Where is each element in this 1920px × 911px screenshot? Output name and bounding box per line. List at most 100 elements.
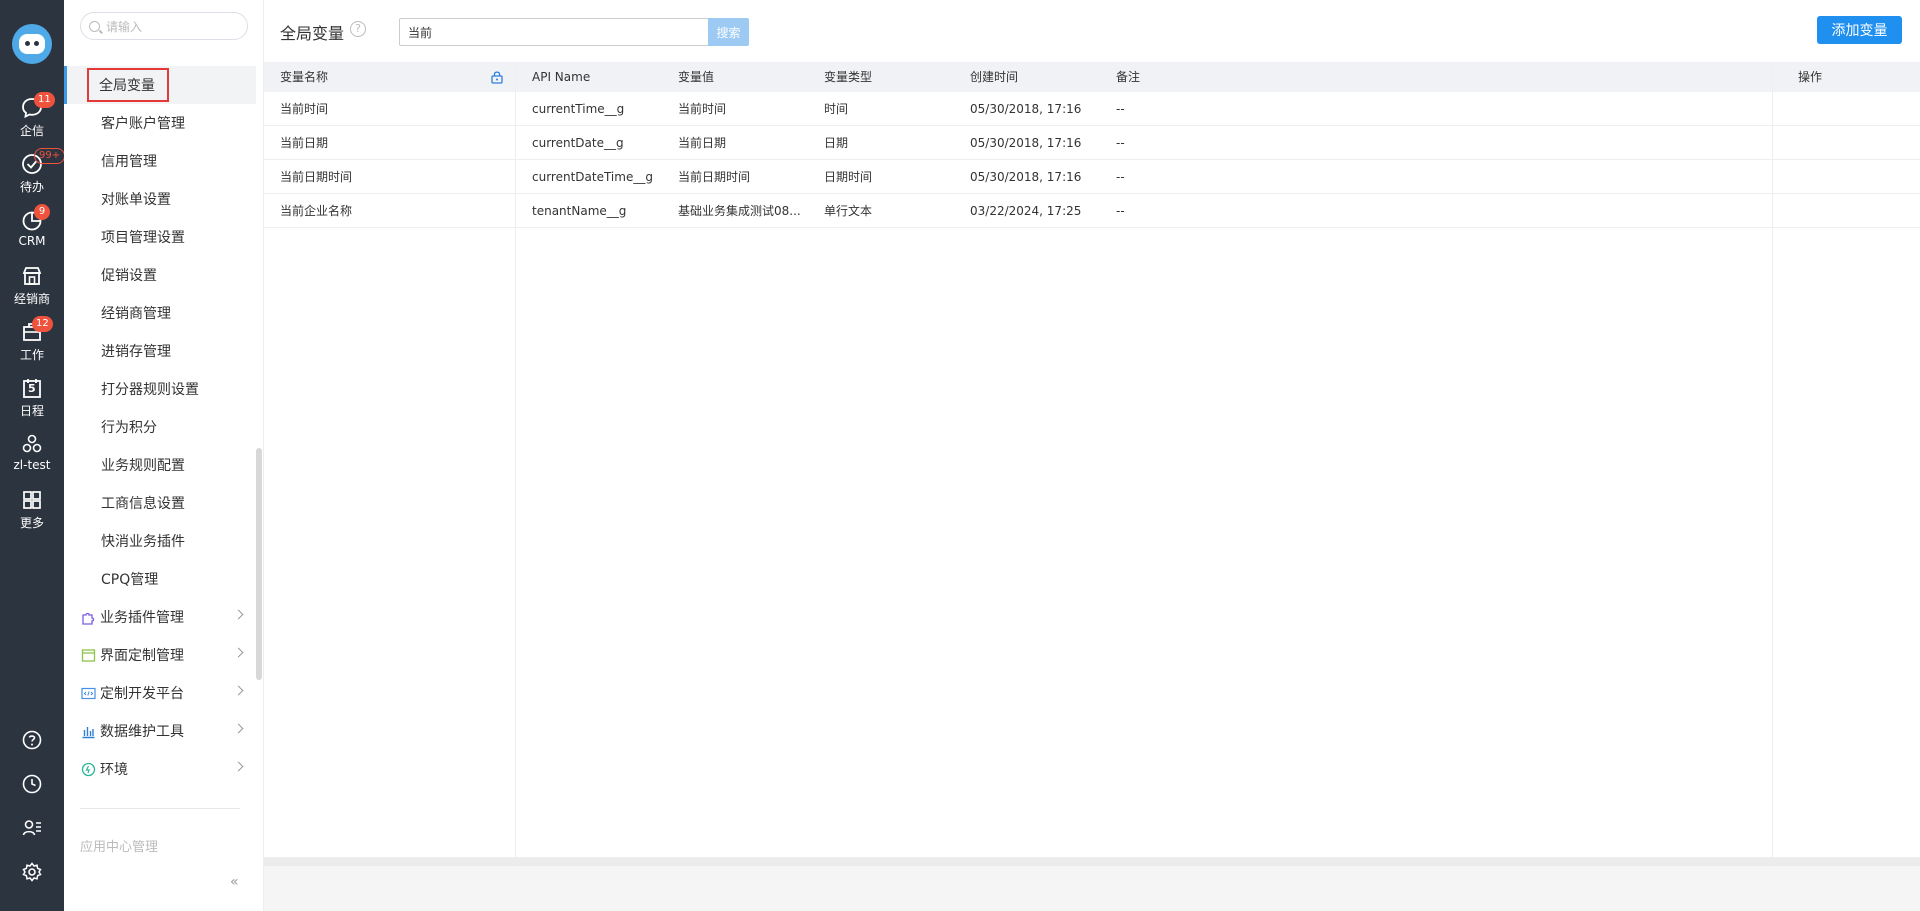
help-circle-icon[interactable] xyxy=(0,726,64,754)
sidebar-item-label: 客户账户管理 xyxy=(101,116,185,132)
rail-label: 待办 xyxy=(19,180,44,194)
sidebar-item-business-info[interactable]: 工商信息设置 xyxy=(64,484,256,522)
rail-item-work[interactable]: 12 工作 xyxy=(0,316,64,368)
sidebar-item-statement[interactable]: 对账单设置 xyxy=(64,180,256,218)
sidebar-item-project[interactable]: 项目管理设置 xyxy=(64,218,256,256)
sidebar-item-label: 工商信息设置 xyxy=(101,496,185,512)
rail-item-more[interactable]: 更多 xyxy=(0,488,64,536)
sidebar-group-data-tools[interactable]: 数据维护工具 xyxy=(64,712,256,750)
user-avatar[interactable] xyxy=(12,24,52,64)
sidebar-group-environment[interactable]: 环境 xyxy=(64,750,256,788)
rail-item-todo[interactable]: 99+ 待办 xyxy=(0,148,66,200)
help-icon[interactable]: ? xyxy=(350,21,366,37)
rail-item-crm[interactable]: 9 CRM xyxy=(0,204,64,256)
rail-item-schedule[interactable]: 5 日程 xyxy=(0,376,64,424)
calendar-day: 5 xyxy=(28,382,36,395)
sidebar-item-promotion[interactable]: 促销设置 xyxy=(64,256,256,294)
sidebar-item-scorer[interactable]: 打分器规则设置 xyxy=(64,370,256,408)
cell-value: 当前时间 xyxy=(678,102,727,116)
cell-type: 单行文本 xyxy=(824,204,873,218)
sidebar-item-label: CPQ管理 xyxy=(101,572,159,588)
settings-sidebar: 请输入 全局变量 客户账户管理 信用管理 对账单设置 项目管理设置 促销设置 经… xyxy=(64,0,264,911)
sidebar-item-label: 业务规则配置 xyxy=(101,458,185,474)
sidebar-item-cpq[interactable]: CPQ管理 xyxy=(64,560,256,598)
todo-badge: 99+ xyxy=(34,148,66,164)
clock-icon[interactable] xyxy=(0,770,64,798)
table-row[interactable]: 当前日期时间 currentDateTime__g 当前日期时间 日期时间 05… xyxy=(264,160,1920,194)
sidebar-item-credit[interactable]: 信用管理 xyxy=(64,142,256,180)
sidebar-item-global-variables[interactable]: 全局变量 xyxy=(64,66,256,104)
cell-created: 03/22/2024, 17:25 xyxy=(970,204,1082,218)
sidebar-item-label: 促销设置 xyxy=(101,268,157,284)
sidebar-group-label: 界面定制管理 xyxy=(100,648,184,664)
sidebar-item-label: 信用管理 xyxy=(101,154,157,170)
rail-item-dealer[interactable]: 经销商 xyxy=(0,264,64,312)
table-row[interactable]: 当前企业名称 tenantName__g 基础业务集成测试08... 单行文本 … xyxy=(264,194,1920,228)
variable-search-input[interactable]: 当前 xyxy=(399,18,709,46)
cell-name: 当前时间 xyxy=(280,102,329,116)
sidebar-item-business-rules[interactable]: 业务规则配置 xyxy=(64,446,256,484)
sidebar-search-placeholder: 请输入 xyxy=(106,19,143,34)
cell-name: 当前企业名称 xyxy=(280,204,353,218)
sidebar-search-input[interactable]: 请输入 xyxy=(80,12,248,40)
gear-icon[interactable] xyxy=(0,858,64,886)
cell-api-name: tenantName__g xyxy=(532,204,627,218)
sidebar-group-dev-platform[interactable]: 定制开发平台 xyxy=(64,674,256,712)
rail-label: zl-test xyxy=(13,458,51,472)
sidebar-item-fmcg-plugin[interactable]: 快消业务插件 xyxy=(64,522,256,560)
sidebar-item-label: 项目管理设置 xyxy=(101,230,185,246)
rail-label: 经销商 xyxy=(13,292,50,306)
page-header: 全局变量 ? 当前 搜索 添加变量 xyxy=(264,0,1920,62)
cell-api-name: currentDate__g xyxy=(532,136,624,150)
sidebar-item-inventory[interactable]: 进销存管理 xyxy=(64,332,256,370)
user-list-icon[interactable] xyxy=(0,814,64,842)
add-variable-button[interactable]: 添加变量 xyxy=(1817,16,1902,44)
table-row[interactable]: 当前时间 currentTime__g 当前时间 时间 05/30/2018, … xyxy=(264,92,1920,126)
cell-remark: -- xyxy=(1116,102,1125,116)
sidebar-group-ui-custom[interactable]: 界面定制管理 xyxy=(64,636,256,674)
rail-label: 更多 xyxy=(19,516,44,530)
rail-label: 企信 xyxy=(19,124,44,138)
column-divider xyxy=(515,62,516,858)
lock-icon[interactable] xyxy=(490,70,504,84)
cell-type: 日期 xyxy=(824,136,849,150)
store-icon xyxy=(20,264,44,288)
chevron-right-icon xyxy=(233,761,244,772)
rail-item-qixin[interactable]: 11 企信 xyxy=(0,92,64,144)
unread-badge: 11 xyxy=(34,92,55,108)
cell-created: 05/30/2018, 17:16 xyxy=(970,102,1082,116)
sidebar-item-label: 进销存管理 xyxy=(101,344,171,360)
rail-item-zl-test[interactable]: zl-test xyxy=(0,432,64,480)
column-header-type: 变量类型 xyxy=(824,70,873,84)
search-button[interactable]: 搜索 xyxy=(708,18,749,46)
rail-label: CRM xyxy=(18,234,46,248)
chevron-right-icon xyxy=(233,723,244,734)
chevron-right-icon xyxy=(233,609,244,620)
sidebar-group-label: 环境 xyxy=(100,762,128,778)
sidebar-group-label: 定制开发平台 xyxy=(100,686,184,702)
sidebar-divider xyxy=(80,808,240,809)
environment-icon xyxy=(80,761,96,777)
rail-label: 日程 xyxy=(19,404,44,418)
sidebar-item-label: 快消业务插件 xyxy=(101,534,185,550)
sidebar-item-dealer-mgmt[interactable]: 经销商管理 xyxy=(64,294,256,332)
sidebar-group-plugins[interactable]: 业务插件管理 xyxy=(64,598,256,636)
column-header-actions: 操作 xyxy=(1798,70,1823,84)
collapse-sidebar-icon[interactable]: « xyxy=(230,874,239,890)
search-icon xyxy=(89,20,100,32)
column-divider xyxy=(1772,62,1773,858)
cell-type: 日期时间 xyxy=(824,170,873,184)
sidebar-scrollbar[interactable] xyxy=(256,448,262,680)
app-center-label: 应用中心管理 xyxy=(80,840,159,855)
cell-api-name: currentTime__g xyxy=(532,102,625,116)
calendar-icon: 5 xyxy=(20,376,44,400)
horizontal-scroll-area[interactable] xyxy=(264,858,1920,911)
code-icon xyxy=(80,685,96,701)
sidebar-item-behavior-points[interactable]: 行为积分 xyxy=(64,408,256,446)
window-icon xyxy=(80,647,96,663)
sidebar-group-label: 业务插件管理 xyxy=(100,610,184,626)
sidebar-item-customer-account[interactable]: 客户账户管理 xyxy=(64,104,256,142)
table-row[interactable]: 当前日期 currentDate__g 当前日期 日期 05/30/2018, … xyxy=(264,126,1920,160)
bar-chart-icon xyxy=(80,723,96,739)
sidebar-group-label: 数据维护工具 xyxy=(100,724,184,740)
